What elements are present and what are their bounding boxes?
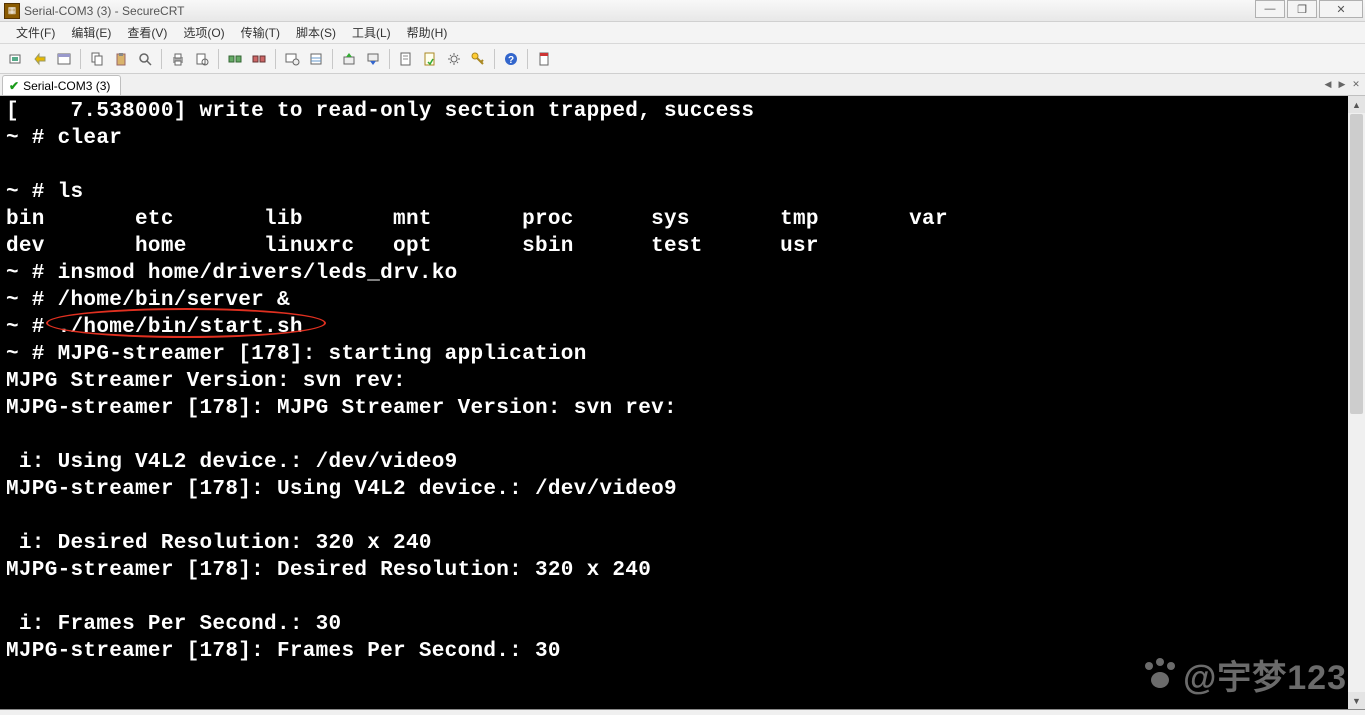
transfer-send-button[interactable] <box>338 48 360 70</box>
menu-transfer[interactable]: 传输(T) <box>233 22 288 43</box>
terminal-line <box>6 422 1359 449</box>
toolbar-separator <box>161 49 162 69</box>
terminal-line: ~ # /home/bin/server & <box>6 287 1359 314</box>
terminal-line <box>6 503 1359 530</box>
print-preview-button[interactable] <box>191 48 213 70</box>
menu-file[interactable]: 文件(F) <box>8 22 63 43</box>
tab-scroll-right-icon[interactable]: ▶ <box>1335 77 1349 91</box>
app-icon: ▦ <box>4 3 20 19</box>
menu-bar: 文件(F) 编辑(E) 查看(V) 选项(O) 传输(T) 脚本(S) 工具(L… <box>0 22 1365 44</box>
vertical-scrollbar[interactable]: ▲ ▼ <box>1348 96 1365 709</box>
toolbar-separator <box>80 49 81 69</box>
terminal-line: MJPG-streamer [178]: MJPG Streamer Versi… <box>6 395 1359 422</box>
toggle-log-button[interactable] <box>419 48 441 70</box>
terminal-line: bin etc lib mnt proc sys tmp var <box>6 206 1359 233</box>
connect-button[interactable] <box>5 48 27 70</box>
open-log-button[interactable] <box>395 48 417 70</box>
settings-button[interactable] <box>443 48 465 70</box>
session-options-button[interactable] <box>281 48 303 70</box>
toolbar-separator <box>494 49 495 69</box>
tab-label: Serial-COM3 (3) <box>23 79 110 93</box>
toolbar-separator <box>275 49 276 69</box>
disconnect-button[interactable] <box>248 48 270 70</box>
close-button[interactable]: ✕ <box>1319 0 1363 18</box>
toolbar-separator <box>218 49 219 69</box>
about-button[interactable] <box>533 48 555 70</box>
menu-view[interactable]: 查看(V) <box>119 22 175 43</box>
scroll-up-icon[interactable]: ▲ <box>1348 96 1365 113</box>
global-options-button[interactable] <box>305 48 327 70</box>
toolbar-separator <box>527 49 528 69</box>
terminal-line: ~ # insmod home/drivers/leds_drv.ko <box>6 260 1359 287</box>
title-bar: ▦ Serial-COM3 (3) - SecureCRT — ❐ ✕ <box>0 0 1365 22</box>
explorer-button[interactable] <box>53 48 75 70</box>
svg-text:?: ? <box>508 55 514 66</box>
terminal-line: dev home linuxrc opt sbin test usr <box>6 233 1359 260</box>
terminal-line: i: Desired Resolution: 320 x 240 <box>6 530 1359 557</box>
minimize-button[interactable]: — <box>1255 0 1285 18</box>
terminal-line <box>6 665 1359 692</box>
key-button[interactable] <box>467 48 489 70</box>
maximize-button[interactable]: ❐ <box>1287 0 1317 18</box>
terminal-line: [ 7.538000] write to read-only section t… <box>6 98 1359 125</box>
terminal-line: MJPG-streamer [178]: Using V4L2 device.:… <box>6 476 1359 503</box>
scroll-down-icon[interactable]: ▼ <box>1348 692 1365 709</box>
print-button[interactable] <box>167 48 189 70</box>
terminal-line: i: Using V4L2 device.: /dev/video9 <box>6 449 1359 476</box>
terminal-line: i: Frames Per Second.: 30 <box>6 611 1359 638</box>
scroll-thumb[interactable] <box>1350 114 1363 414</box>
menu-tools[interactable]: 工具(L) <box>344 22 399 43</box>
terminal-line <box>6 152 1359 179</box>
toolbar-separator <box>389 49 390 69</box>
menu-help[interactable]: 帮助(H) <box>399 22 456 43</box>
tab-strip: ✔ Serial-COM3 (3) ◀ ▶ ✕ <box>0 74 1365 96</box>
tab-scroll-left-icon[interactable]: ◀ <box>1321 77 1335 91</box>
status-bar <box>0 710 1365 713</box>
check-icon: ✔ <box>9 79 19 93</box>
tab-close-icon[interactable]: ✕ <box>1349 77 1363 91</box>
terminal-line: ~ # MJPG-streamer [178]: starting applic… <box>6 341 1359 368</box>
terminal-line: ~ # ls <box>6 179 1359 206</box>
terminal-line: ~ # clear <box>6 125 1359 152</box>
transfer-recv-button[interactable] <box>362 48 384 70</box>
reconnect-button[interactable] <box>224 48 246 70</box>
terminal-line <box>6 584 1359 611</box>
toolbar-separator <box>332 49 333 69</box>
terminal-area[interactable]: [ 7.538000] write to read-only section t… <box>0 96 1365 710</box>
tab-serial-com3[interactable]: ✔ Serial-COM3 (3) <box>2 75 121 95</box>
copy-button[interactable] <box>86 48 108 70</box>
toolbar: ? <box>0 44 1365 74</box>
quick-connect-button[interactable] <box>29 48 51 70</box>
help-button[interactable]: ? <box>500 48 522 70</box>
terminal-line: MJPG Streamer Version: svn rev: <box>6 368 1359 395</box>
menu-script[interactable]: 脚本(S) <box>288 22 344 43</box>
terminal-line: MJPG-streamer [178]: Frames Per Second.:… <box>6 638 1359 665</box>
terminal-output[interactable]: [ 7.538000] write to read-only section t… <box>0 96 1365 694</box>
window-title: Serial-COM3 (3) - SecureCRT <box>24 4 184 18</box>
paste-button[interactable] <box>110 48 132 70</box>
find-button[interactable] <box>134 48 156 70</box>
terminal-line: ~ # ./home/bin/start.sh <box>6 314 1359 341</box>
terminal-line: MJPG-streamer [178]: Desired Resolution:… <box>6 557 1359 584</box>
menu-options[interactable]: 选项(O) <box>175 22 232 43</box>
menu-edit[interactable]: 编辑(E) <box>63 22 119 43</box>
